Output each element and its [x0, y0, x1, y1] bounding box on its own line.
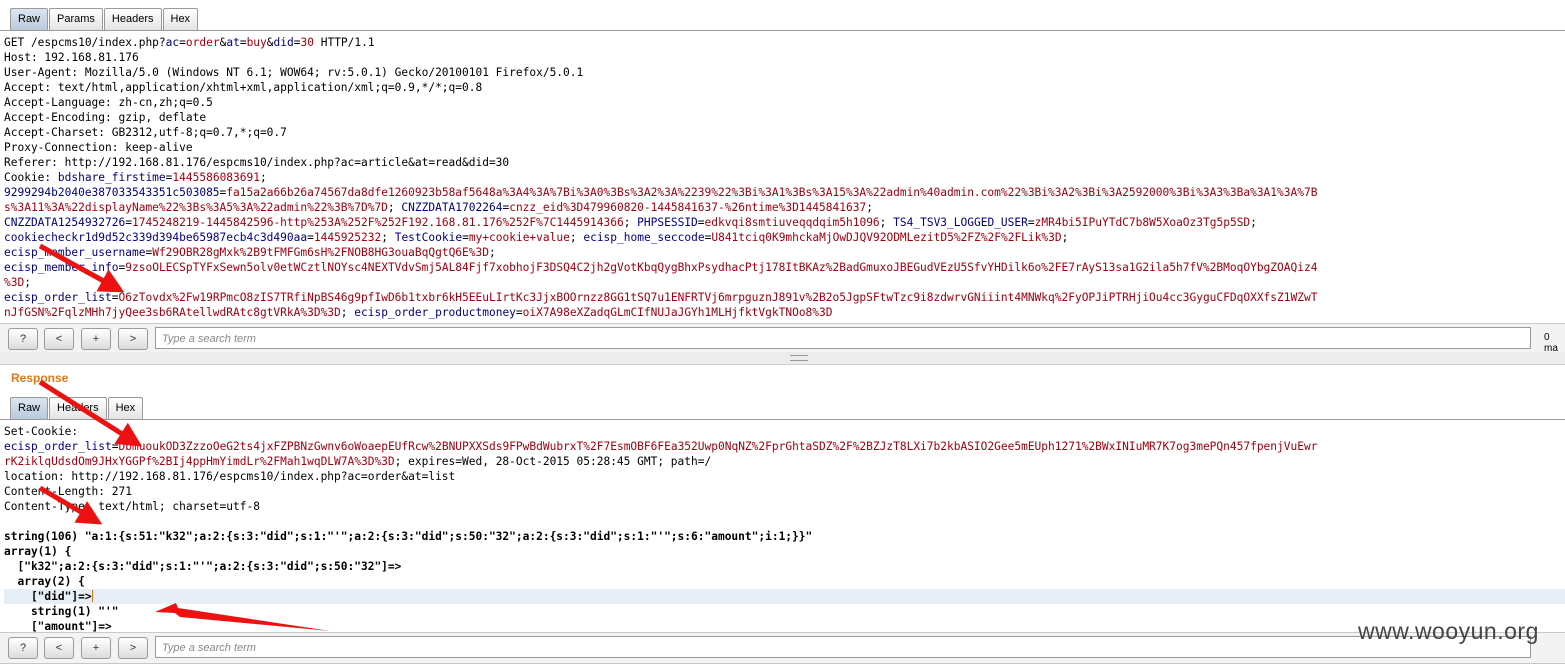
- annotation-arrows: [38, 243, 330, 631]
- arrow-icon: [38, 243, 125, 293]
- arrow-icon: [38, 379, 143, 447]
- arrow-icon: [38, 485, 103, 525]
- arrow-icon: [155, 603, 330, 631]
